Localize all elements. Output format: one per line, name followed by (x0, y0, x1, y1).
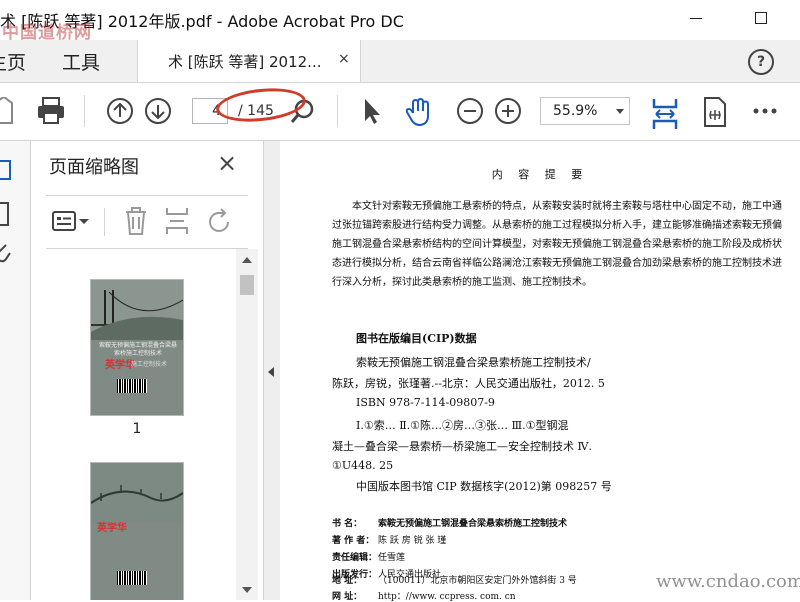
info-label: 责任编辑： (332, 553, 378, 563)
zoom-level-value: 55.9% (553, 103, 598, 119)
panel-title: 页面缩略图 (49, 157, 139, 178)
panel-toolbar (46, 195, 248, 249)
page-thumbnails-icon[interactable] (0, 159, 14, 181)
info-row: 地 址： （100011）北京市朝阳区安定门外外馆斜街 3 号 (332, 573, 577, 586)
info-value: 陈 跃 房 锐 张 瑾 (378, 536, 447, 546)
toolbar: 4 / 145 55.9% (0, 83, 800, 141)
site-watermark: www.cndao.com (656, 571, 800, 592)
print-icon[interactable] (36, 97, 66, 125)
thumbnail-scrollbar[interactable] (236, 249, 258, 600)
scrollbar-thumb[interactable] (240, 275, 254, 295)
maximize-icon[interactable] (755, 12, 767, 24)
info-label: 著 作 者： (332, 536, 375, 546)
panel-toolbar-separator (104, 208, 105, 236)
bookmark-icon[interactable] (0, 201, 14, 227)
info-row: 书 名： 索鞍无预偏施工钢混叠合梁悬索桥施工控制技术 (332, 516, 567, 529)
export-pdf-icon[interactable] (702, 97, 728, 127)
info-value: 任雪莲 (378, 553, 406, 563)
zoom-in-icon[interactable] (494, 97, 522, 125)
zoom-level-select[interactable]: 55.9% (540, 97, 630, 125)
delete-page-icon[interactable] (122, 206, 150, 236)
info-value: http：//www. ccpress. com. cn (378, 592, 516, 602)
tab-home[interactable]: 主页 (0, 48, 26, 75)
left-navigation-rail (0, 141, 31, 600)
info-value: 索鞍无预偏施工钢混叠合梁悬索桥施工控制技术 (378, 519, 568, 529)
abstract-paragraph: 本文针对索鞍无预偏施工悬索桥的特点，从索鞍安装时就将主索鞍与塔柱中心固定不动，施… (332, 201, 782, 288)
cip-line: ISBN 978-7-114-09807-9 (356, 396, 495, 409)
document-tab-label: 术 [陈跃 等著] 2012... (168, 53, 322, 71)
cip-line: ①U448. 25 (332, 459, 394, 472)
cip-line: 中国版本图书馆 CIP 数据核字(2012)第 098257 号 (356, 480, 612, 493)
scroll-up-icon[interactable] (242, 257, 252, 263)
rotate-page-icon[interactable] (206, 208, 234, 236)
info-row: 网 址： http：//www. ccpress. com. cn (332, 589, 516, 602)
barcode-image (117, 571, 147, 585)
fit-page-icon[interactable] (650, 97, 680, 131)
page-thumbnail[interactable]: 索鞍无预偏施工钢混叠合梁悬索桥施工控制技术 英学华 施工控制技术 (90, 279, 184, 416)
cip-line: 凝土—叠合梁—悬索桥—桥梁施工—安全控制技术 Ⅳ. (332, 440, 592, 453)
bridge-image (91, 463, 183, 523)
panel-collapse-handle[interactable] (263, 141, 281, 600)
collapse-left-icon (268, 367, 274, 377)
barcode-image (117, 379, 147, 393)
document-tab[interactable]: 术 [陈跃 等著] 2012... × (137, 40, 361, 82)
thumbnail-list: 索鞍无预偏施工钢混叠合梁悬索桥施工控制技术 英学华 施工控制技术 1 英学华 (31, 249, 263, 600)
previous-page-icon[interactable] (106, 97, 134, 125)
page-number-label: 1 (132, 421, 142, 437)
page-thumbnail[interactable]: 英学华 (90, 462, 184, 600)
thumbnail-options-icon[interactable] (51, 209, 91, 233)
close-tab-icon[interactable]: × (338, 51, 350, 67)
close-panel-icon[interactable]: × (217, 149, 237, 177)
help-icon[interactable]: ? (748, 49, 774, 75)
save-icon[interactable] (0, 97, 14, 125)
info-label: 地 址： (332, 576, 363, 586)
zoom-out-icon[interactable] (456, 97, 484, 125)
title-bar: 术 [陈跃 等著] 2012年版.pdf - Adobe Acrobat Pro… (0, 0, 800, 43)
thumbnail-panel: 页面缩略图 × 索鞍无预偏施工钢混叠合梁悬索桥施工控制技术 英学华 施工控制技术… (31, 141, 263, 600)
scroll-down-icon[interactable] (242, 587, 252, 593)
info-value: （100011）北京市朝阳区安定门外外馆斜街 3 号 (378, 576, 577, 586)
attachment-icon[interactable] (0, 241, 14, 265)
cip-title: 图书在版编目(CIP)数据 (356, 332, 477, 345)
toolbar-separator (337, 95, 338, 127)
info-row: 责任编辑：任雪莲 (332, 550, 405, 563)
next-page-icon[interactable] (144, 97, 172, 125)
info-label: 书 名： (332, 519, 363, 529)
info-label: 网 址： (332, 592, 363, 602)
select-cursor-icon[interactable] (362, 97, 382, 125)
chevron-down-icon (616, 109, 624, 114)
extract-page-icon[interactable] (164, 206, 190, 236)
tab-tools[interactable]: 工具 (62, 48, 100, 75)
hand-tool-icon[interactable] (404, 97, 434, 127)
cip-line: Ⅰ.①索… Ⅱ.①陈…②房…③张… Ⅲ.①型钢混 (356, 419, 569, 432)
cover-red-text: 英学华 (97, 523, 127, 534)
minimize-icon[interactable] (690, 18, 702, 19)
cip-line: 索鞍无预偏施工钢混叠合梁悬索桥施工控制技术/ (356, 356, 591, 369)
info-row: 著 作 者：陈 跃 房 锐 张 瑾 (332, 533, 446, 546)
cip-line: 陈跃，房锐，张瑾著.--北京：人民交通出版社，2012. 5 (332, 377, 605, 390)
more-options-icon[interactable] (752, 97, 778, 125)
bridge-image (91, 280, 183, 340)
cover-subtitle: 施工控制技术 (131, 361, 168, 368)
document-heading: 内 容 提 要 (491, 168, 589, 181)
document-view: 内 容 提 要 本文针对索鞍无预偏施工悬索桥的特点，从索鞍安装时就将主索鞍与塔柱… (280, 141, 800, 602)
menu-bar: 主页 工具 术 [陈跃 等著] 2012... × ? (0, 40, 800, 83)
toolbar-separator (84, 95, 85, 127)
